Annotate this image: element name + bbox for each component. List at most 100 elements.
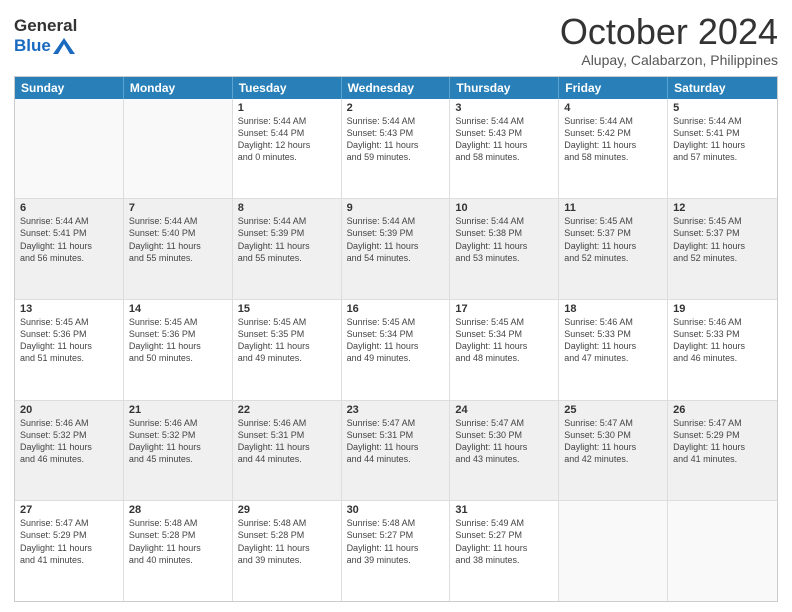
cell-info-line: Daylight: 11 hours: [238, 441, 336, 453]
logo-general: General: [14, 16, 77, 36]
cell-info-line: and 38 minutes.: [455, 554, 553, 566]
day-number: 26: [673, 404, 772, 416]
cell-info-line: Daylight: 11 hours: [564, 139, 662, 151]
cell-info-line: Sunset: 5:33 PM: [564, 328, 662, 340]
cell-info-line: and 56 minutes.: [20, 252, 118, 264]
cell-info-line: Sunrise: 5:45 AM: [20, 316, 118, 328]
cell-info-line: Sunrise: 5:44 AM: [564, 115, 662, 127]
cell-info-line: and 52 minutes.: [673, 252, 772, 264]
cell-info-line: Daylight: 11 hours: [347, 441, 445, 453]
cell-info-line: and 47 minutes.: [564, 352, 662, 364]
logo-icon: [53, 36, 75, 56]
cell-info-line: Sunset: 5:28 PM: [238, 529, 336, 541]
cal-cell: 14Sunrise: 5:45 AMSunset: 5:36 PMDayligh…: [124, 300, 233, 400]
cal-cell: 10Sunrise: 5:44 AMSunset: 5:38 PMDayligh…: [450, 199, 559, 299]
cell-info-line: Sunset: 5:43 PM: [347, 127, 445, 139]
cell-info-line: Daylight: 11 hours: [20, 340, 118, 352]
cell-info-line: Daylight: 11 hours: [20, 441, 118, 453]
cal-cell: 8Sunrise: 5:44 AMSunset: 5:39 PMDaylight…: [233, 199, 342, 299]
cell-info-line: Daylight: 11 hours: [129, 542, 227, 554]
day-number: 5: [673, 102, 772, 114]
cell-info-line: and 58 minutes.: [564, 151, 662, 163]
day-number: 29: [238, 504, 336, 516]
cell-info-line: and 49 minutes.: [238, 352, 336, 364]
weekday-header-monday: Monday: [124, 77, 233, 99]
cell-info-line: and 39 minutes.: [347, 554, 445, 566]
cell-info-line: Sunset: 5:27 PM: [347, 529, 445, 541]
cal-cell: 20Sunrise: 5:46 AMSunset: 5:32 PMDayligh…: [15, 401, 124, 501]
cell-info-line: and 48 minutes.: [455, 352, 553, 364]
cell-info-line: and 49 minutes.: [347, 352, 445, 364]
cal-cell: 12Sunrise: 5:45 AMSunset: 5:37 PMDayligh…: [668, 199, 777, 299]
cell-info-line: Daylight: 11 hours: [455, 340, 553, 352]
cell-info-line: Sunrise: 5:48 AM: [129, 517, 227, 529]
cal-cell: 29Sunrise: 5:48 AMSunset: 5:28 PMDayligh…: [233, 501, 342, 601]
day-number: 9: [347, 202, 445, 214]
cal-cell: [559, 501, 668, 601]
day-number: 27: [20, 504, 118, 516]
cell-info-line: Sunset: 5:41 PM: [673, 127, 772, 139]
cal-cell: 2Sunrise: 5:44 AMSunset: 5:43 PMDaylight…: [342, 99, 451, 199]
weekday-header-friday: Friday: [559, 77, 668, 99]
cal-cell: 19Sunrise: 5:46 AMSunset: 5:33 PMDayligh…: [668, 300, 777, 400]
cell-info-line: Sunrise: 5:47 AM: [347, 417, 445, 429]
cell-info-line: Sunset: 5:29 PM: [20, 529, 118, 541]
day-number: 23: [347, 404, 445, 416]
cell-info-line: and 53 minutes.: [455, 252, 553, 264]
cell-info-line: Daylight: 11 hours: [347, 542, 445, 554]
cell-info-line: Daylight: 11 hours: [564, 340, 662, 352]
cell-info-line: Sunrise: 5:44 AM: [238, 215, 336, 227]
cell-info-line: Sunrise: 5:46 AM: [673, 316, 772, 328]
cell-info-line: Sunrise: 5:44 AM: [238, 115, 336, 127]
weekday-header-saturday: Saturday: [668, 77, 777, 99]
cell-info-line: Sunset: 5:32 PM: [129, 429, 227, 441]
cell-info-line: Sunrise: 5:45 AM: [455, 316, 553, 328]
cell-info-line: Sunrise: 5:49 AM: [455, 517, 553, 529]
location: Alupay, Calabarzon, Philippines: [560, 52, 778, 68]
cell-info-line: Sunrise: 5:46 AM: [129, 417, 227, 429]
cell-info-line: Sunset: 5:29 PM: [673, 429, 772, 441]
cell-info-line: Sunset: 5:44 PM: [238, 127, 336, 139]
cell-info-line: Sunrise: 5:48 AM: [347, 517, 445, 529]
cell-info-line: Daylight: 11 hours: [20, 240, 118, 252]
cell-info-line: Daylight: 11 hours: [20, 542, 118, 554]
cell-info-line: Sunset: 5:31 PM: [347, 429, 445, 441]
day-number: 22: [238, 404, 336, 416]
cell-info-line: and 58 minutes.: [455, 151, 553, 163]
cell-info-line: Daylight: 11 hours: [673, 240, 772, 252]
cal-cell: 11Sunrise: 5:45 AMSunset: 5:37 PMDayligh…: [559, 199, 668, 299]
weekday-header-tuesday: Tuesday: [233, 77, 342, 99]
day-number: 17: [455, 303, 553, 315]
cell-info-line: Daylight: 11 hours: [455, 441, 553, 453]
month-title: October 2024: [560, 12, 778, 52]
cell-info-line: Sunrise: 5:48 AM: [238, 517, 336, 529]
weekday-header-wednesday: Wednesday: [342, 77, 451, 99]
cell-info-line: Daylight: 11 hours: [564, 441, 662, 453]
cell-info-line: and 57 minutes.: [673, 151, 772, 163]
cal-cell: 23Sunrise: 5:47 AMSunset: 5:31 PMDayligh…: [342, 401, 451, 501]
cal-cell: 18Sunrise: 5:46 AMSunset: 5:33 PMDayligh…: [559, 300, 668, 400]
day-number: 16: [347, 303, 445, 315]
day-number: 12: [673, 202, 772, 214]
calendar: SundayMondayTuesdayWednesdayThursdayFrid…: [14, 76, 778, 602]
cal-cell: 5Sunrise: 5:44 AMSunset: 5:41 PMDaylight…: [668, 99, 777, 199]
cal-cell: 9Sunrise: 5:44 AMSunset: 5:39 PMDaylight…: [342, 199, 451, 299]
logo-blue: Blue: [14, 36, 51, 56]
day-number: 31: [455, 504, 553, 516]
cal-cell: [124, 99, 233, 199]
day-number: 15: [238, 303, 336, 315]
header: General Blue October 2024 Alupay, Calaba…: [14, 12, 778, 68]
cell-info-line: Sunrise: 5:47 AM: [673, 417, 772, 429]
cell-info-line: Daylight: 11 hours: [673, 441, 772, 453]
cell-info-line: and 40 minutes.: [129, 554, 227, 566]
cell-info-line: Sunrise: 5:46 AM: [20, 417, 118, 429]
cal-cell: 28Sunrise: 5:48 AMSunset: 5:28 PMDayligh…: [124, 501, 233, 601]
cell-info-line: Sunset: 5:39 PM: [238, 227, 336, 239]
cell-info-line: Daylight: 11 hours: [673, 139, 772, 151]
cell-info-line: Daylight: 11 hours: [347, 139, 445, 151]
cell-info-line: Sunset: 5:30 PM: [455, 429, 553, 441]
cell-info-line: Sunrise: 5:47 AM: [20, 517, 118, 529]
cell-info-line: Sunrise: 5:44 AM: [129, 215, 227, 227]
cell-info-line: Sunset: 5:33 PM: [673, 328, 772, 340]
day-number: 3: [455, 102, 553, 114]
